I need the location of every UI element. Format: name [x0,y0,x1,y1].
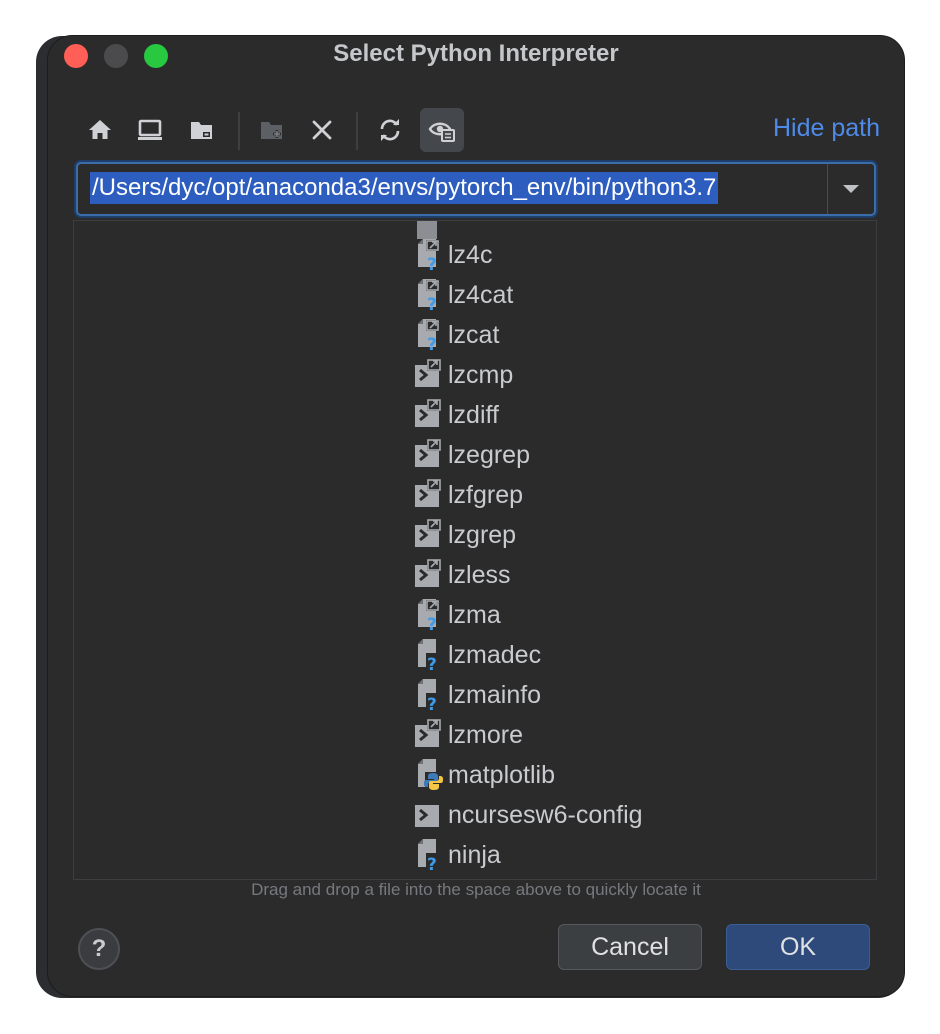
chevron-down-icon [843,185,859,193]
toolbar: Hide path [80,108,880,152]
list-item[interactable]: lzless [414,555,511,595]
file-name: matplotlib [448,760,555,789]
file-name: lzless [448,560,511,589]
dialog-title: Select Python Interpreter [333,40,619,67]
path-history-dropdown[interactable] [827,164,874,214]
list-item[interactable]: matplotlib [414,755,555,795]
executable-file-icon [415,805,439,827]
unknown-file-icon: ? [418,839,440,871]
file-name: lz4cat [448,280,514,309]
file-name: lzma [448,600,501,629]
toolbar-separator [356,112,358,150]
file-name: lzmadec [448,640,542,669]
file-name: lzegrep [448,440,530,469]
executable-file-icon [415,559,441,587]
unknown-file-icon: ? [418,639,440,671]
desktop-icon [138,119,162,140]
executable-file-icon [415,439,441,467]
refresh-button[interactable] [370,108,410,152]
unknown-file-icon: ? [418,239,439,271]
svg-text:?: ? [427,655,437,671]
file-name: ninja [448,840,501,869]
select-interpreter-dialog: Select Python Interpreter Hide path /Use… [48,36,904,996]
drag-drop-hint: Drag and drop a file into the space abov… [251,880,701,899]
project-button[interactable] [182,108,222,152]
svg-text:?: ? [427,255,437,271]
executable-file-icon [415,479,441,507]
list-item[interactable]: lzegrep [414,435,530,475]
list-item[interactable]: ncursesw6-config [414,795,643,835]
new-folder-icon [261,122,282,139]
executable-file-icon [415,359,441,387]
file-name: lzfgrep [448,480,524,509]
list-item[interactable]: lzcmp [414,355,513,395]
list-item[interactable]: ? lzcat [414,315,499,355]
list-item[interactable]: ? lzma [414,595,501,635]
svg-text:?: ? [427,855,437,871]
file-name: lzmainfo [448,680,542,709]
python-file-icon [418,759,443,790]
file-name: ncursesw6-config [448,800,643,829]
show-hidden-files-button[interactable] [420,108,464,152]
unknown-file-icon: ? [418,319,439,351]
new-folder-button[interactable] [252,108,292,152]
file-name: lzgrep [448,520,517,549]
list-item[interactable]: lzmore [414,715,523,755]
file-tree[interactable]: ? lz4c? lz4cat? lzcat lzcmp lzdiff lzegrep lzfg… [73,220,877,880]
path-input-value[interactable]: /Users/dyc/opt/anaconda3/envs/pytorch_en… [90,172,719,204]
unknown-file-icon: ? [418,679,440,711]
list-item[interactable]: ? lz4cat [414,275,513,315]
svg-text:?: ? [427,295,437,311]
executable-file-icon [415,519,441,547]
hide-path-link[interactable]: Hide path [773,114,880,143]
list-item[interactable]: lzdiff [414,395,499,435]
list-item[interactable]: ? lz4c [414,235,492,275]
file-name: lz4c [448,240,493,269]
list-item[interactable]: ? lzmainfo [414,675,541,715]
refresh-icon [380,119,400,141]
list-item[interactable]: ? ninja [414,835,501,875]
list-item[interactable]: ? lzmadec [414,635,541,675]
file-name: lzdiff [448,400,499,429]
home-icon [89,120,111,139]
project-folder-icon [191,122,212,139]
svg-text:?: ? [427,695,437,711]
ok-button[interactable]: OK [726,924,870,970]
svg-text:?: ? [427,335,437,351]
path-field[interactable]: /Users/dyc/opt/anaconda3/envs/pytorch_en… [76,162,876,216]
home-button[interactable] [80,108,120,152]
toolbar-separator [238,112,240,150]
unknown-file-icon: ? [418,279,439,311]
executable-file-icon [415,399,441,427]
executable-file-icon [415,719,441,747]
file-name: lzmore [448,720,524,749]
help-button[interactable]: ? [78,928,120,970]
cancel-button[interactable]: Cancel [558,924,702,970]
file-name: lzcmp [448,360,514,389]
svg-text:?: ? [427,615,437,631]
file-name: lzcat [448,320,500,349]
unknown-file-icon: ? [418,599,439,631]
delete-icon [312,120,332,140]
title-bar: Select Python Interpreter [48,36,904,76]
delete-button[interactable] [302,108,342,152]
desktop-button[interactable] [130,108,170,152]
show-hidden-icon [428,122,455,142]
list-item[interactable]: lzfgrep [414,475,523,515]
list-item[interactable]: lzgrep [414,515,516,555]
